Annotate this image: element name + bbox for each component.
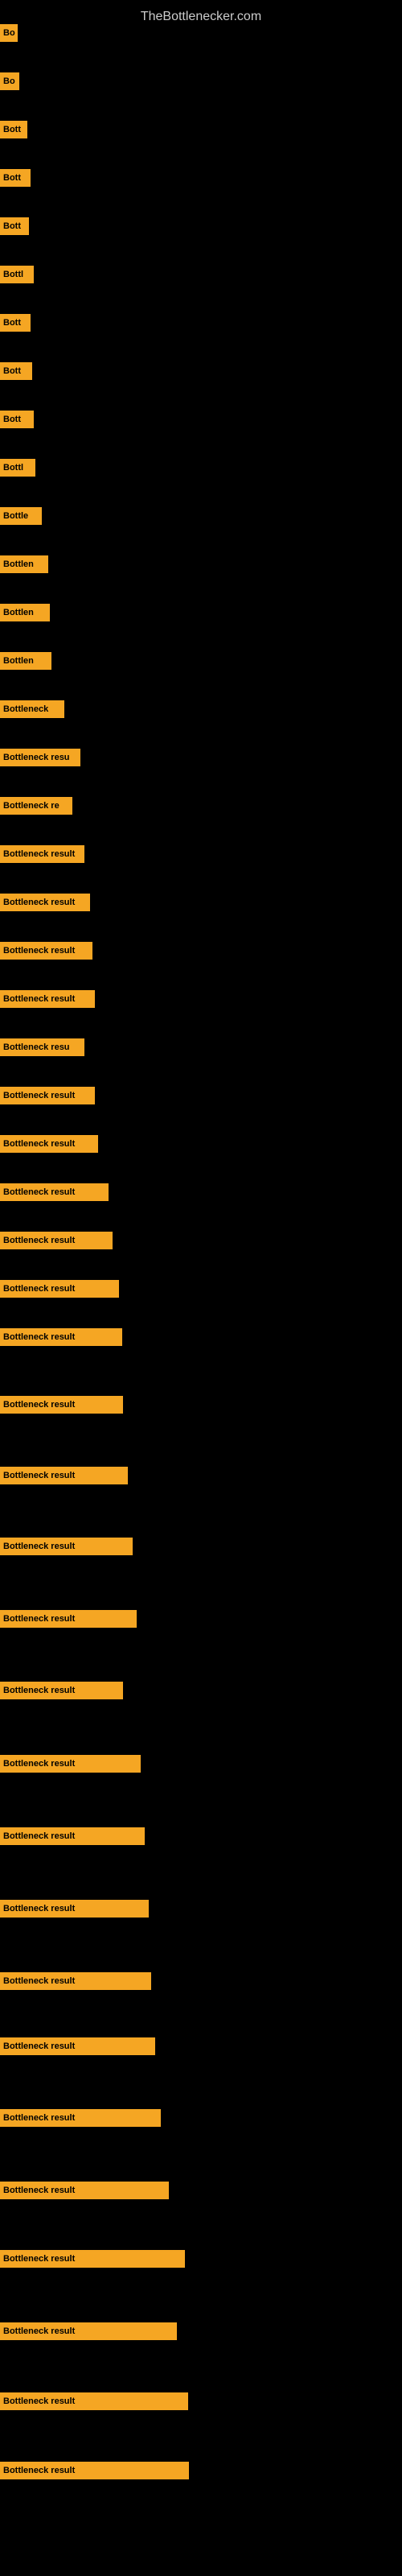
bar-label-25: Bottleneck result <box>3 1236 75 1245</box>
bar-item-35: Bottleneck result <box>0 1900 149 1918</box>
bar-label-16: Bottleneck re <box>3 801 59 811</box>
bar-label-41: Bottleneck result <box>3 2326 75 2336</box>
bar-item-16: Bottleneck re <box>0 797 72 815</box>
bar-label-27: Bottleneck result <box>3 1332 75 1342</box>
bar-item-2: Bott <box>0 121 27 138</box>
bar-item-28: Bottleneck result <box>0 1396 123 1414</box>
bar-item-1: Bo <box>0 72 19 90</box>
bar-label-14: Bottleneck <box>3 704 48 714</box>
bar-label-33: Bottleneck result <box>3 1759 75 1769</box>
bar-item-34: Bottleneck result <box>0 1827 145 1845</box>
bar-label-0: Bo <box>3 28 15 38</box>
bar-item-0: Bo <box>0 24 18 42</box>
bar-item-37: Bottleneck result <box>0 2037 155 2055</box>
bar-item-40: Bottleneck result <box>0 2250 185 2268</box>
bar-item-41: Bottleneck result <box>0 2322 177 2340</box>
bar-item-13: Bottlen <box>0 652 51 670</box>
bar-item-8: Bott <box>0 411 34 428</box>
bar-label-11: Bottlen <box>3 559 34 569</box>
bar-item-43: Bottleneck result <box>0 2462 189 2479</box>
bar-item-32: Bottleneck result <box>0 1682 123 1699</box>
bar-item-39: Bottleneck result <box>0 2182 169 2199</box>
bar-label-24: Bottleneck result <box>3 1187 75 1197</box>
bar-label-2: Bott <box>3 125 21 134</box>
bar-label-22: Bottleneck result <box>3 1091 75 1100</box>
bar-item-17: Bottleneck result <box>0 845 84 863</box>
bar-item-6: Bott <box>0 314 31 332</box>
bar-item-10: Bottle <box>0 507 42 525</box>
bar-item-9: Bottl <box>0 459 35 477</box>
bar-label-19: Bottleneck result <box>3 946 75 956</box>
bar-label-21: Bottleneck resu <box>3 1042 70 1052</box>
bar-item-22: Bottleneck result <box>0 1087 95 1104</box>
bar-item-24: Bottleneck result <box>0 1183 109 1201</box>
bar-item-26: Bottleneck result <box>0 1280 119 1298</box>
site-title: TheBottlenecker.com <box>0 3 402 31</box>
bar-label-20: Bottleneck result <box>3 994 75 1004</box>
bar-item-36: Bottleneck result <box>0 1972 151 1990</box>
bar-item-27: Bottleneck result <box>0 1328 122 1346</box>
bar-label-26: Bottleneck result <box>3 1284 75 1294</box>
bar-label-3: Bott <box>3 173 21 183</box>
bar-item-15: Bottleneck resu <box>0 749 80 766</box>
bar-item-11: Bottlen <box>0 555 48 573</box>
bar-label-17: Bottleneck result <box>3 849 75 859</box>
bar-label-32: Bottleneck result <box>3 1686 75 1695</box>
bar-label-9: Bottl <box>3 463 23 473</box>
bar-label-39: Bottleneck result <box>3 2186 75 2195</box>
bar-label-10: Bottle <box>3 511 28 521</box>
bar-label-28: Bottleneck result <box>3 1400 75 1410</box>
bar-label-23: Bottleneck result <box>3 1139 75 1149</box>
bar-label-30: Bottleneck result <box>3 1542 75 1551</box>
bar-item-38: Bottleneck result <box>0 2109 161 2127</box>
bar-item-5: Bottl <box>0 266 34 283</box>
bar-label-37: Bottleneck result <box>3 2041 75 2051</box>
bar-label-34: Bottleneck result <box>3 1831 75 1841</box>
bar-item-14: Bottleneck <box>0 700 64 718</box>
bar-item-21: Bottleneck resu <box>0 1038 84 1056</box>
bar-label-31: Bottleneck result <box>3 1614 75 1624</box>
bar-label-8: Bott <box>3 415 21 424</box>
bar-item-33: Bottleneck result <box>0 1755 141 1773</box>
bar-label-35: Bottleneck result <box>3 1904 75 1913</box>
bar-label-29: Bottleneck result <box>3 1471 75 1480</box>
bar-item-19: Bottleneck result <box>0 942 92 960</box>
bar-item-25: Bottleneck result <box>0 1232 113 1249</box>
bar-item-12: Bottlen <box>0 604 50 621</box>
bar-label-13: Bottlen <box>3 656 34 666</box>
bar-label-42: Bottleneck result <box>3 2396 75 2406</box>
bar-label-36: Bottleneck result <box>3 1976 75 1986</box>
bar-label-43: Bottleneck result <box>3 2466 75 2475</box>
bar-item-31: Bottleneck result <box>0 1610 137 1628</box>
bar-label-12: Bottlen <box>3 608 34 617</box>
bar-item-3: Bott <box>0 169 31 187</box>
bar-label-40: Bottleneck result <box>3 2254 75 2264</box>
bar-item-20: Bottleneck result <box>0 990 95 1008</box>
bar-label-7: Bott <box>3 366 21 376</box>
bar-label-6: Bott <box>3 318 21 328</box>
bar-item-30: Bottleneck result <box>0 1538 133 1555</box>
bar-item-23: Bottleneck result <box>0 1135 98 1153</box>
bar-item-7: Bott <box>0 362 32 380</box>
bar-label-1: Bo <box>3 76 15 86</box>
bar-item-42: Bottleneck result <box>0 2392 188 2410</box>
bar-label-15: Bottleneck resu <box>3 753 70 762</box>
bar-label-38: Bottleneck result <box>3 2113 75 2123</box>
bar-item-29: Bottleneck result <box>0 1467 128 1484</box>
bar-item-4: Bott <box>0 217 29 235</box>
bar-label-4: Bott <box>3 221 21 231</box>
bar-label-18: Bottleneck result <box>3 898 75 907</box>
bar-item-18: Bottleneck result <box>0 894 90 911</box>
bar-label-5: Bottl <box>3 270 23 279</box>
